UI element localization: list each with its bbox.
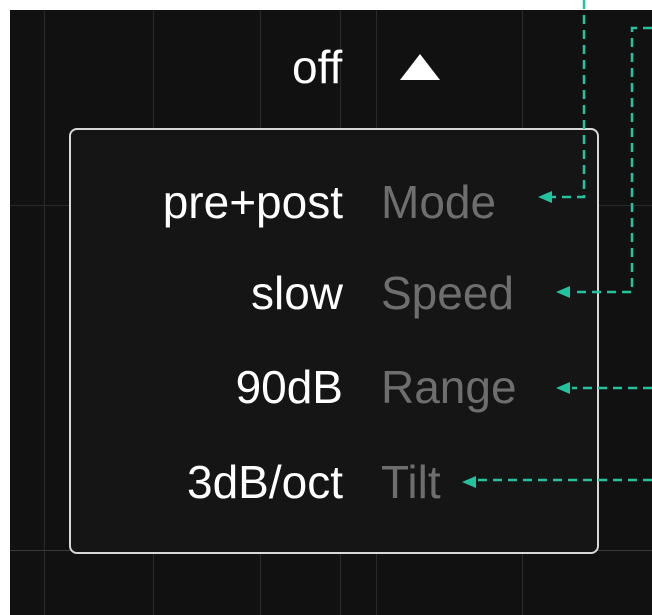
triangle-up-icon[interactable]: [400, 54, 440, 80]
settings-panel: pre+post Mode slow Speed 90dB Range 3dB/…: [69, 128, 599, 554]
header-bar: off: [0, 32, 652, 102]
setting-row-range[interactable]: 90dB Range: [71, 357, 597, 417]
speed-value[interactable]: slow: [251, 263, 343, 323]
state-value[interactable]: off: [292, 32, 342, 102]
mode-label: Mode: [381, 176, 497, 228]
range-value[interactable]: 90dB: [236, 357, 343, 417]
setting-row-speed[interactable]: slow Speed: [71, 263, 597, 323]
tilt-value[interactable]: 3dB/oct: [187, 452, 343, 512]
mode-value[interactable]: pre+post: [163, 172, 343, 232]
screen: off pre+post Mode slow Speed 90dB Range …: [0, 0, 652, 615]
range-label: Range: [381, 361, 517, 413]
setting-row-mode[interactable]: pre+post Mode: [71, 172, 597, 232]
setting-row-tilt[interactable]: 3dB/oct Tilt: [71, 452, 597, 512]
speed-label: Speed: [381, 267, 515, 319]
tilt-label: Tilt: [381, 456, 441, 508]
